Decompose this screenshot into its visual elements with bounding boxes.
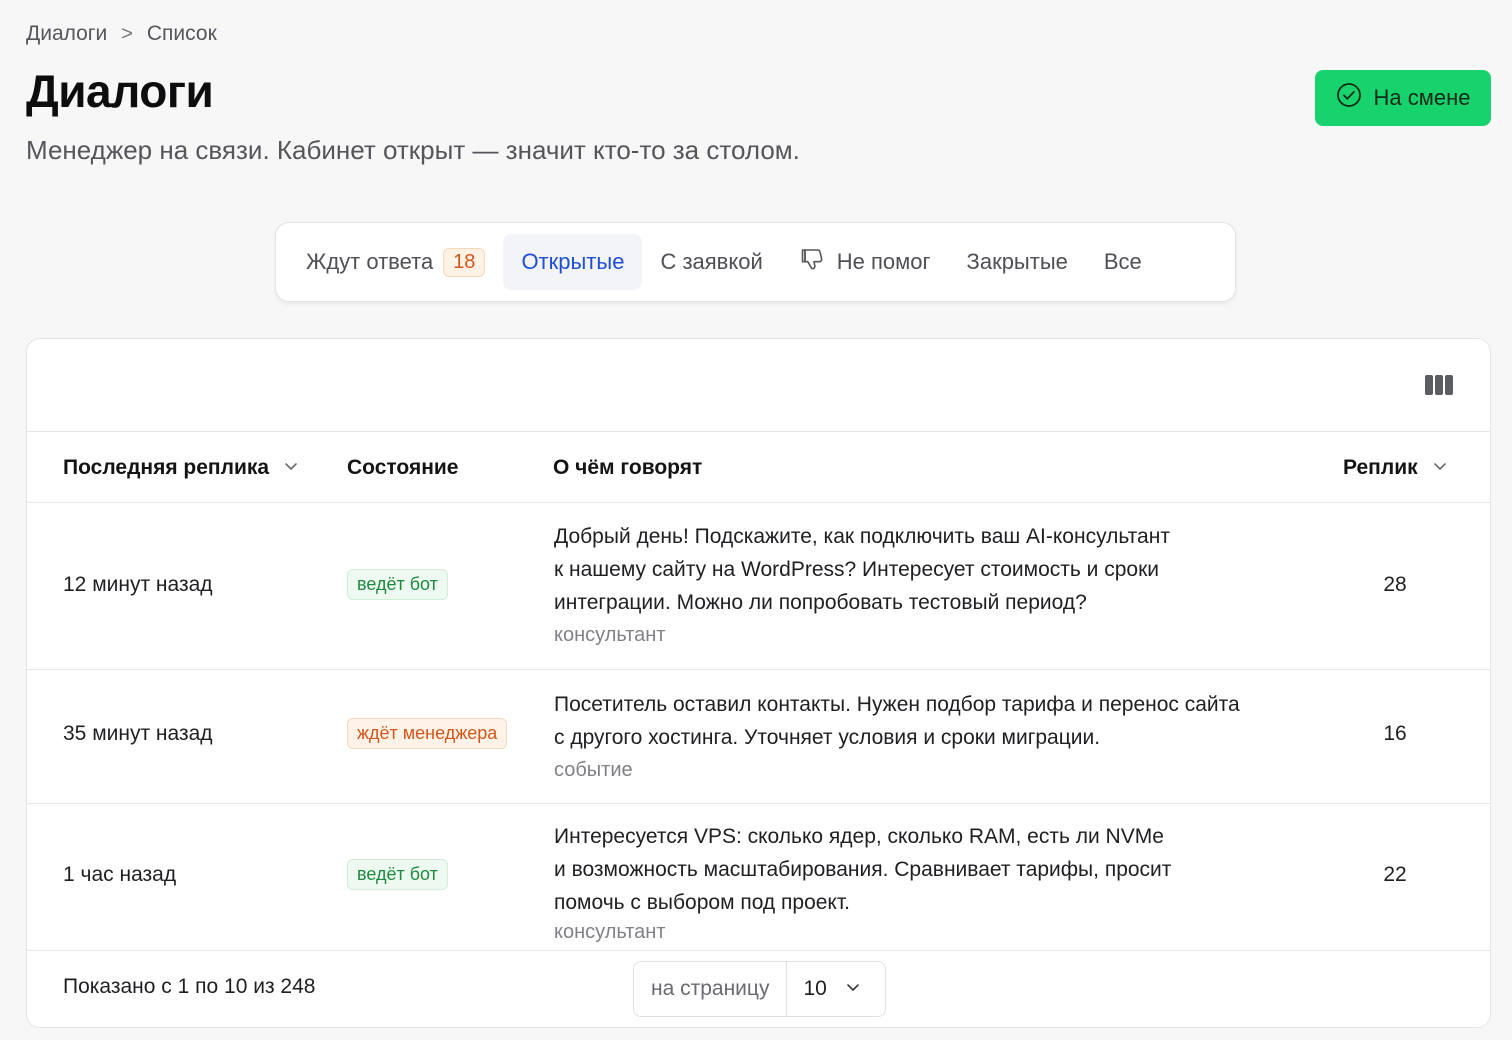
topic-source: событие xyxy=(554,759,633,781)
row-topic: Интересуется VPS: сколько ядер, сколько … xyxy=(554,820,1314,945)
breadcrumb-separator: > xyxy=(121,22,133,45)
tab-not-helped[interactable]: Не помог xyxy=(781,234,949,290)
tab-closed[interactable]: Закрытые xyxy=(949,234,1086,290)
per-page-label: на страницу xyxy=(634,962,788,1016)
row-time: 35 минут назад xyxy=(63,722,213,745)
column-header-state: Состояние xyxy=(347,432,458,503)
thumbs-down-icon xyxy=(799,245,827,279)
tab-label: Ждут ответа xyxy=(306,249,434,274)
table-row[interactable]: 1 час назад ведёт бот Интересуется VPS: … xyxy=(27,804,1490,950)
row-replies: 28 xyxy=(1383,573,1407,596)
row-topic: Добрый день! Подскажите, как подключить … xyxy=(554,520,1314,652)
breadcrumb-current: Список xyxy=(146,22,217,45)
per-page-select[interactable]: на страницу 10 xyxy=(633,961,886,1017)
tab-all[interactable]: Все xyxy=(1086,234,1160,290)
per-page-value: 10 xyxy=(803,977,827,1000)
column-header-replies[interactable]: Реплик xyxy=(1343,432,1448,503)
status-badge: ведёт бот xyxy=(347,859,448,890)
column-header-label: Реплик xyxy=(1343,455,1418,479)
page-subtitle: Менеджер на связи. Кабинет открыт — знач… xyxy=(26,135,800,165)
topic-line: к нашему сайту на WordPress? Интересует … xyxy=(554,558,1159,581)
row-replies: 22 xyxy=(1383,863,1407,886)
tab-label: Все xyxy=(1103,249,1142,274)
pagination-summary: Показано с 1 по 10 из 248 xyxy=(63,975,316,998)
tab-awaiting-reply[interactable]: Ждут ответа 18 xyxy=(288,234,503,290)
column-header-topic: О чём говорят xyxy=(553,432,702,503)
row-topic: Посетитель оставил контакты. Нужен подбо… xyxy=(554,688,1314,787)
topic-source: консультант xyxy=(554,921,666,943)
on-shift-label: На смене xyxy=(1373,85,1471,110)
filter-tabs: Ждут ответа 18 Открытые С заявкой Не пом… xyxy=(275,222,1236,302)
column-header-label: О чём говорят xyxy=(553,455,703,479)
tab-label: Не помог xyxy=(836,249,931,274)
chevron-down-icon xyxy=(845,977,861,1001)
chevron-down-icon xyxy=(1432,456,1448,480)
table-footer: Показано с 1 по 10 из 248 на страницу 10 xyxy=(27,950,1490,1027)
per-page-dropdown[interactable]: 10 xyxy=(787,977,876,1001)
tab-label: Открытые xyxy=(521,249,625,274)
tab-label: С заявкой xyxy=(660,249,763,274)
columns-icon[interactable] xyxy=(1424,373,1454,397)
column-header-label: Состояние xyxy=(347,455,459,479)
topic-line: интеграции. Можно ли попробовать тестовы… xyxy=(554,591,1087,614)
topic-line: с другого хостинга. Уточняет условия и с… xyxy=(554,726,1101,749)
topic-line: и возможность масштабирования. Сравнивае… xyxy=(554,858,1172,881)
on-shift-button[interactable]: На смене xyxy=(1315,70,1491,126)
check-circle-icon xyxy=(1336,82,1362,114)
chevron-down-icon xyxy=(283,456,299,480)
row-replies: 16 xyxy=(1383,722,1407,745)
tab-label: Закрытые xyxy=(966,249,1068,274)
column-header-label: Последняя реплика xyxy=(63,455,270,479)
tab-open[interactable]: Открытые xyxy=(503,234,643,290)
row-time: 1 час назад xyxy=(63,863,177,886)
awaiting-count-badge: 18 xyxy=(443,247,486,277)
page-title: Диалоги xyxy=(26,65,214,117)
table-header: Последняя реплика Состояние О чём говоря… xyxy=(27,432,1490,503)
tab-with-request[interactable]: С заявкой xyxy=(642,234,780,290)
row-time: 12 минут назад xyxy=(63,573,213,596)
topic-line: помочь с выбором под проект. xyxy=(554,891,850,914)
breadcrumb: Диалоги > Список xyxy=(26,22,217,46)
topic-line: Добрый день! Подскажите, как подключить … xyxy=(554,525,1170,548)
topic-source: консультант xyxy=(554,624,666,646)
status-badge: ждёт менеджера xyxy=(347,718,508,749)
table-row[interactable]: 35 минут назад ждёт менеджера Посетитель… xyxy=(27,670,1490,804)
column-header-last-reply[interactable]: Последняя реплика xyxy=(63,432,299,503)
topic-line: Посетитель оставил контакты. Нужен подбо… xyxy=(554,693,1240,716)
table-row[interactable]: 12 минут назад ведёт бот Добрый день! По… xyxy=(27,503,1490,670)
status-badge: ведёт бот xyxy=(347,569,448,600)
dialogs-table-panel: Последняя реплика Состояние О чём говоря… xyxy=(26,338,1491,1028)
breadcrumb-root[interactable]: Диалоги xyxy=(26,22,107,46)
table-toolbar xyxy=(27,339,1490,432)
topic-line: Интересуется VPS: сколько ядер, сколько … xyxy=(554,825,1164,848)
